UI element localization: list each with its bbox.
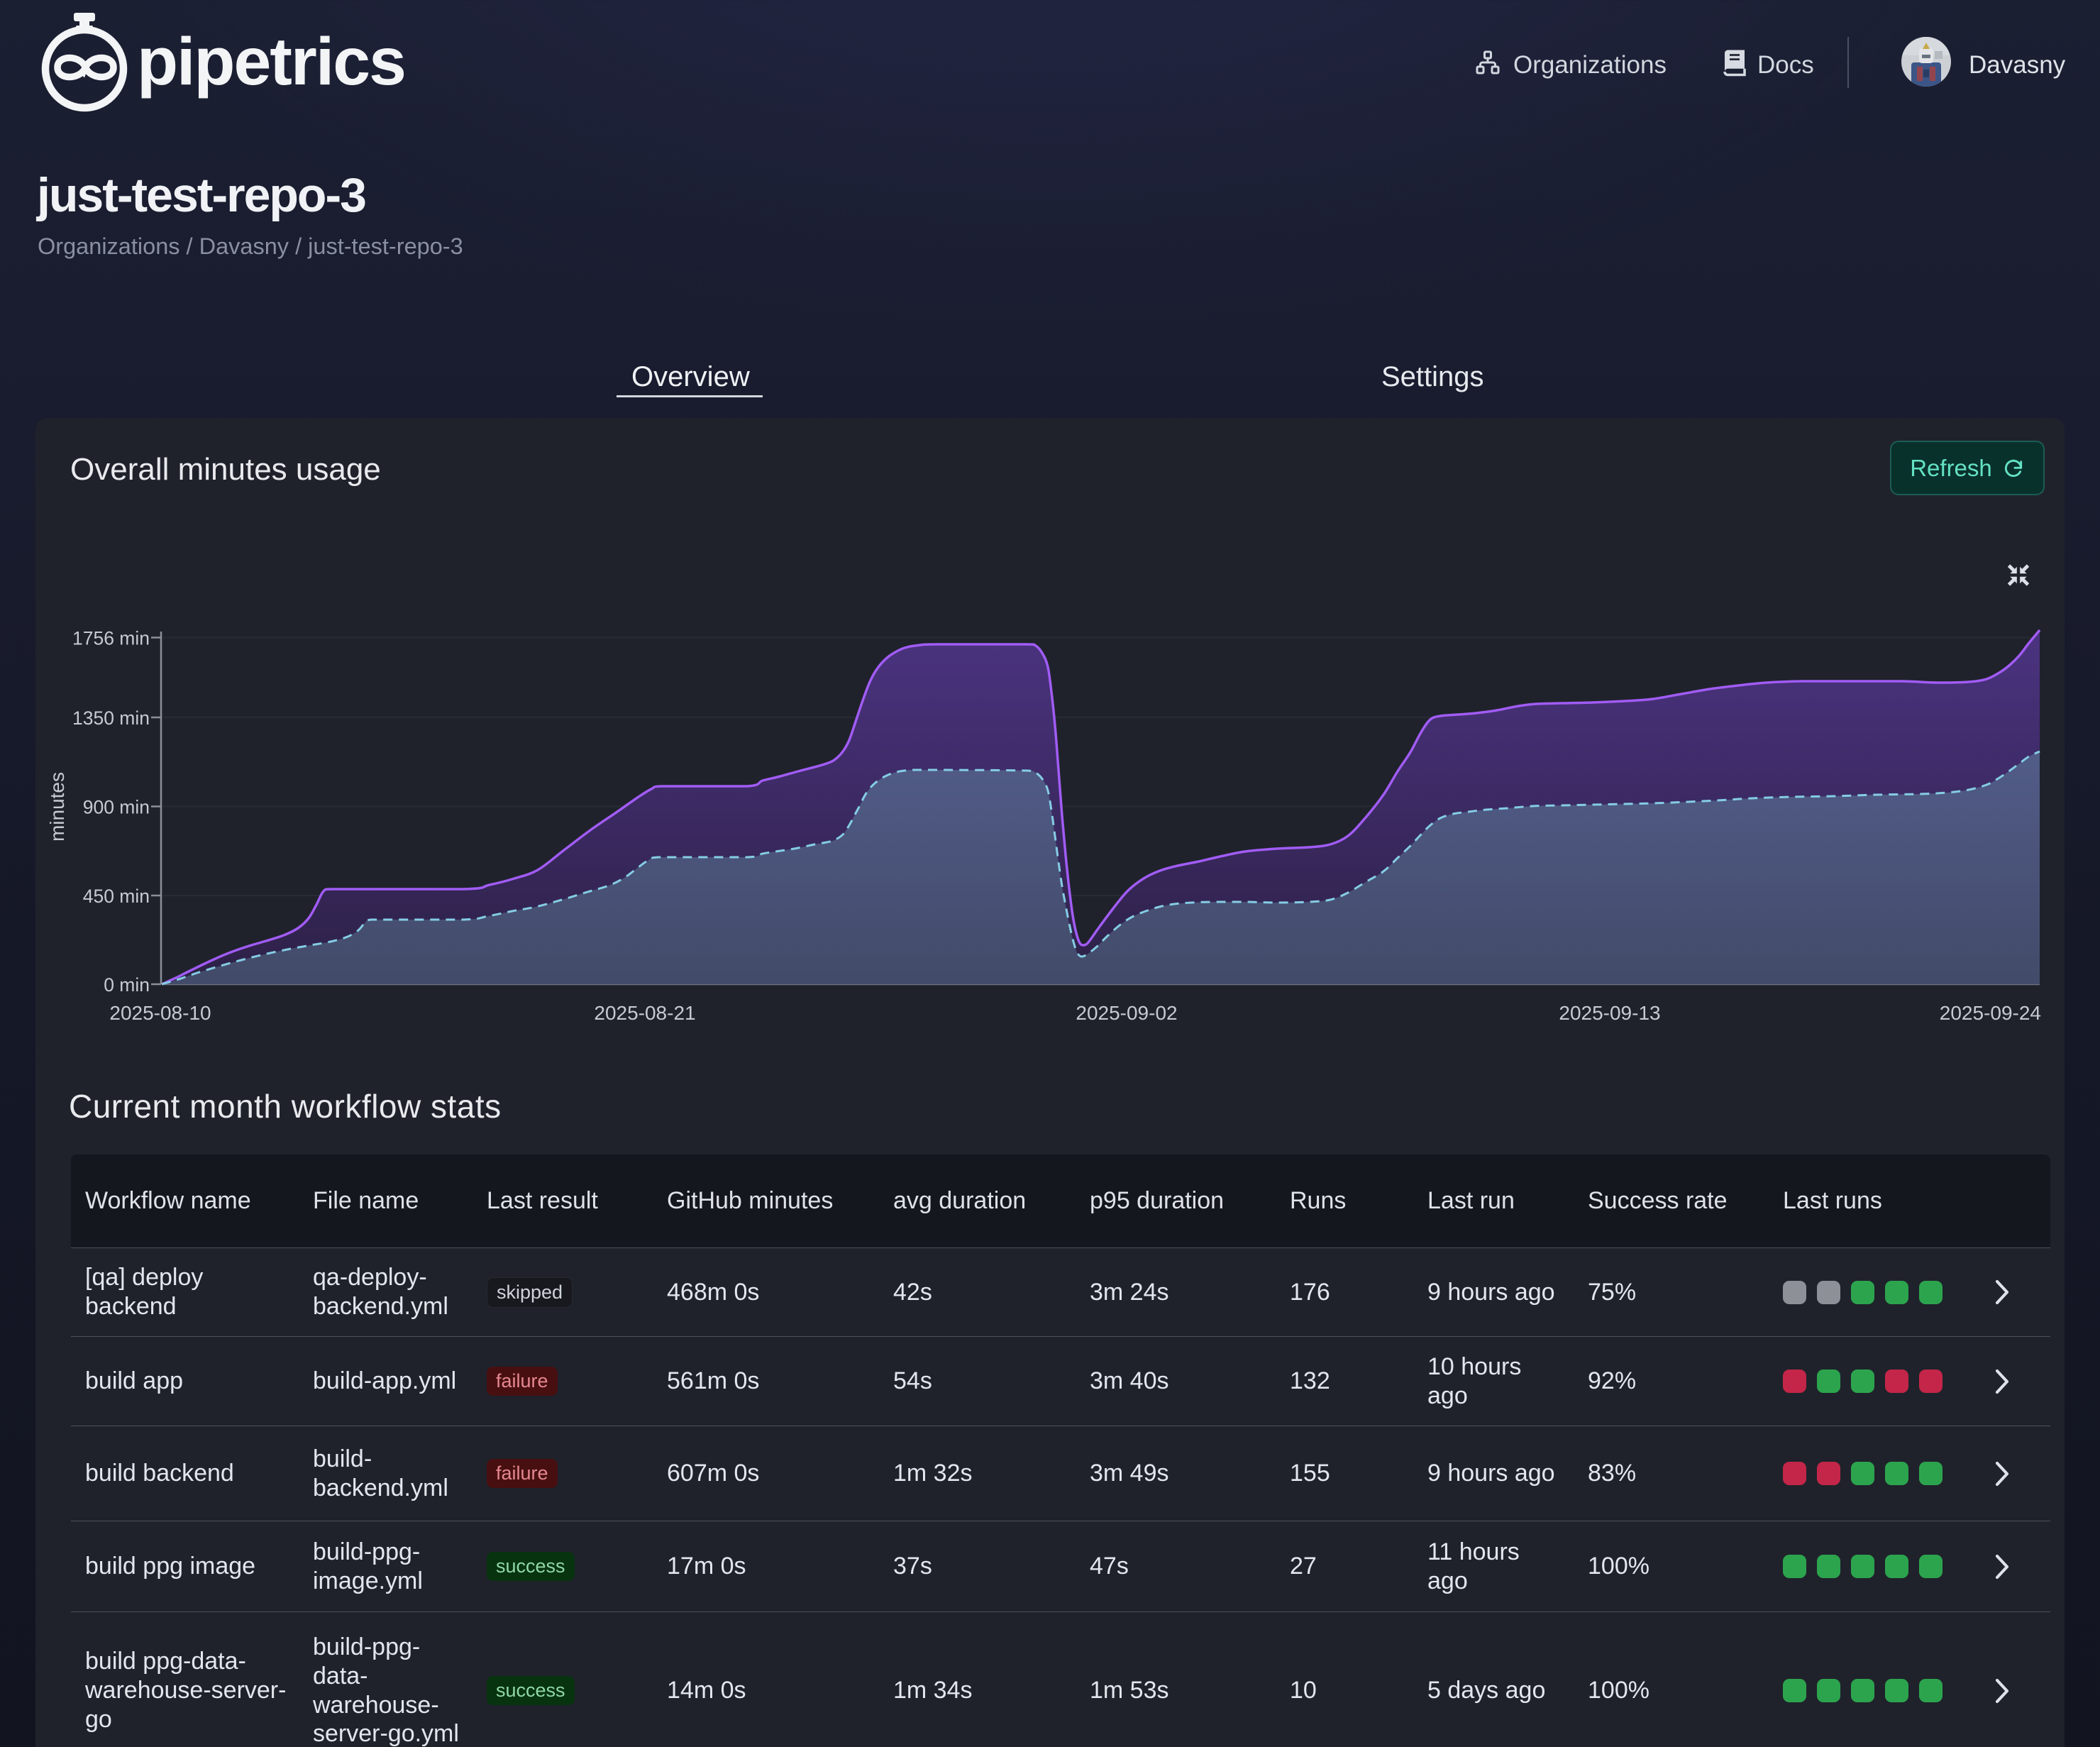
svg-text:450 min: 450 min xyxy=(83,886,150,907)
svg-text:2025-09-02: 2025-09-02 xyxy=(1076,1002,1177,1024)
svg-text:2025-09-24: 2025-09-24 xyxy=(1940,1002,2041,1024)
svg-text:2025-08-10: 2025-08-10 xyxy=(109,1002,211,1024)
svg-text:2025-09-13: 2025-09-13 xyxy=(1559,1002,1660,1024)
svg-text:900 min: 900 min xyxy=(83,797,150,818)
svg-text:2025-08-21: 2025-08-21 xyxy=(594,1002,695,1024)
svg-text:1350 min: 1350 min xyxy=(72,707,150,729)
svg-text:0 min: 0 min xyxy=(104,974,150,996)
svg-text:1756 min: 1756 min xyxy=(72,628,150,649)
svg-text:minutes: minutes xyxy=(46,772,68,842)
